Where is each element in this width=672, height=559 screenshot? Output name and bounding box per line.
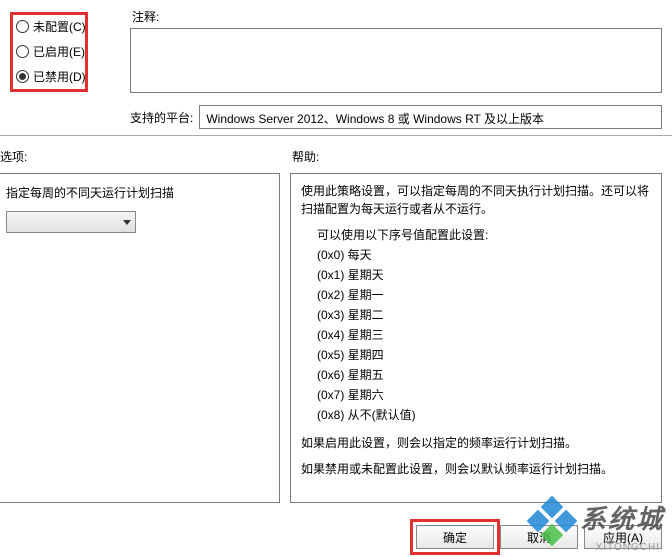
help-value: (0x2) 星期一 (317, 286, 651, 304)
help-intro: 使用此策略设置，可以指定每周的不同天执行计划扫描。还可以将扫描配置为每天运行或者… (301, 182, 651, 218)
options-description: 指定每周的不同天运行计划扫描 (6, 184, 273, 201)
radio-label: 未配置(C) (33, 18, 86, 35)
help-panel: 使用此策略设置，可以指定每周的不同天执行计划扫描。还可以将扫描配置为每天运行或者… (290, 173, 662, 503)
radio-disabled[interactable]: 已禁用(D) (16, 68, 122, 85)
help-value: (0x6) 星期五 (317, 366, 651, 384)
ok-button[interactable]: 确定 (416, 525, 494, 549)
cancel-button[interactable]: 取消 (500, 525, 578, 549)
radio-icon (16, 20, 29, 33)
help-value: (0x3) 星期二 (317, 306, 651, 324)
watermark-sub: XITONGCHI (596, 542, 660, 553)
platform-value: Windows Server 2012、Windows 8 或 Windows … (199, 105, 662, 129)
radio-icon (16, 45, 29, 58)
help-column: 帮助: 使用此策略设置，可以指定每周的不同天执行计划扫描。还可以将扫描配置为每天… (290, 146, 662, 506)
help-value: (0x4) 星期三 (317, 326, 651, 344)
radio-label: 已启用(E) (33, 43, 85, 60)
config-top-section: 未配置(C) 已启用(E) 已禁用(D) 注释: (0, 0, 672, 103)
help-value: (0x8) 从不(默认值) (317, 406, 651, 424)
options-label: 选项: (0, 146, 280, 173)
middle-section: 选项: 指定每周的不同天运行计划扫描 帮助: 使用此策略设置，可以指定每周的不同… (0, 136, 672, 506)
options-column: 选项: 指定每周的不同天运行计划扫描 (0, 146, 290, 506)
comment-label: 注释: (130, 8, 672, 25)
options-panel: 指定每周的不同天运行计划扫描 (0, 173, 280, 503)
help-value: (0x0) 每天 (317, 246, 651, 264)
platform-label: 支持的平台: (130, 109, 193, 126)
help-value: (0x1) 星期天 (317, 266, 651, 284)
radio-icon-selected (16, 70, 29, 83)
help-enabled-note: 如果启用此设置，则会以指定的频率运行计划扫描。 (301, 434, 651, 452)
help-value: (0x7) 星期六 (317, 386, 651, 404)
scan-day-dropdown[interactable] (6, 211, 136, 233)
radio-enabled[interactable]: 已启用(E) (16, 43, 122, 60)
config-state-radio-group: 未配置(C) 已启用(E) 已禁用(D) (0, 8, 130, 103)
comment-section: 注释: (130, 8, 672, 103)
comment-textarea[interactable] (130, 28, 662, 93)
platform-row: 支持的平台: Windows Server 2012、Windows 8 或 W… (0, 103, 672, 136)
chevron-down-icon (123, 220, 131, 225)
help-list-intro: 可以使用以下序号值配置此设置: (317, 226, 651, 244)
help-values-list: 可以使用以下序号值配置此设置: (0x0) 每天 (0x1) 星期天 (0x2)… (301, 226, 651, 424)
help-label: 帮助: (290, 146, 662, 173)
radio-not-configured[interactable]: 未配置(C) (16, 18, 122, 35)
radio-label: 已禁用(D) (33, 68, 86, 85)
help-value: (0x5) 星期四 (317, 346, 651, 364)
help-disabled-note: 如果禁用或未配置此设置，则会以默认频率运行计划扫描。 (301, 460, 651, 478)
